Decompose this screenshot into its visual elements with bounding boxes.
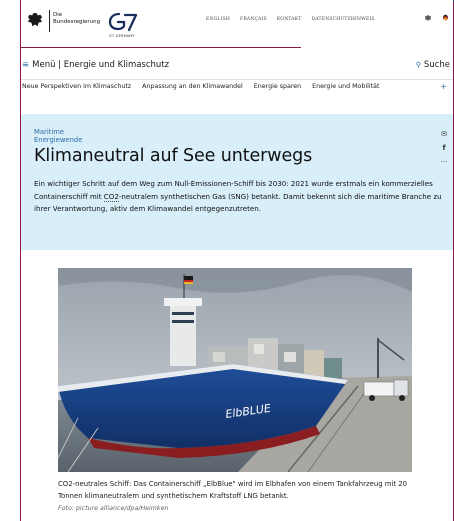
brand-separator: [49, 10, 50, 32]
ship-photo: ElbBLUE: [58, 268, 412, 472]
article-image[interactable]: ElbBLUE: [58, 268, 412, 472]
share-bar: ✉ f ···: [438, 130, 450, 166]
site-header: Die Bundesregierung G7 GERMANY ENGLISH F…: [21, 0, 453, 52]
search-button[interactable]: ⚲ Suche: [416, 60, 450, 70]
hamburger-icon: ≡: [22, 60, 30, 70]
federal-eagle-icon: [27, 12, 43, 27]
more-icon[interactable]: ···: [441, 158, 448, 166]
g7-caption: G7 GERMANY: [109, 34, 135, 38]
meta-navigation: ENGLISH FRANÇAIS KONTAKT DATENSCHUTZHINW…: [206, 17, 375, 22]
breadcrumb-current[interactable]: Energie und Klimaschutz: [64, 60, 169, 70]
menu-label: Menü: [32, 60, 56, 70]
header-border: [21, 47, 301, 48]
tab-anpassung[interactable]: Anpassung an den Klimawandel: [142, 83, 243, 103]
meta-link-francais[interactable]: FRANÇAIS: [240, 17, 267, 22]
main-navbar: ≡ Menü | Energie und Klimaschutz ⚲ Suche: [21, 55, 453, 79]
mail-icon[interactable]: ✉: [441, 130, 447, 138]
meta-link-english[interactable]: ENGLISH: [206, 17, 230, 22]
image-credit: Foto: picture alliance/dpa/Heimken: [58, 505, 169, 512]
g7-logo-icon[interactable]: [105, 8, 141, 36]
nav-divider: [21, 79, 453, 80]
facebook-icon[interactable]: f: [442, 144, 445, 152]
hero-section: Maritime Energiewende Klimaneutral auf S…: [21, 114, 453, 250]
image-caption: CO2-neutrales Schiff: Das Containerschif…: [58, 480, 408, 500]
meta-link-datenschutz[interactable]: DATENSCHUTZHINWEIS: [312, 17, 375, 22]
meta-link-kontakt[interactable]: KONTAKT: [277, 17, 302, 22]
tabs-more-icon[interactable]: +: [440, 82, 447, 91]
flag-icon[interactable]: [441, 14, 450, 22]
topic-tabs: Neue Perspektiven im Klimaschutz Anpassu…: [21, 82, 453, 103]
tab-energie-sparen[interactable]: Energie sparen: [254, 83, 301, 103]
article-lead: Ein wichtiger Schritt auf dem Weg zum Nu…: [34, 178, 446, 216]
brand-logo-text[interactable]: Die Bundesregierung: [53, 12, 103, 26]
eagle-icon[interactable]: [424, 14, 432, 22]
menu-button[interactable]: ≡ Menü | Energie und Klimaschutz: [22, 60, 169, 70]
brand-line-1: Die: [53, 12, 63, 18]
meta-icons: ···: [424, 13, 454, 22]
search-label: Suche: [423, 60, 450, 70]
page-title: Klimaneutral auf See unterwegs: [34, 146, 313, 166]
lead-abbr-co2[interactable]: CO2: [103, 191, 119, 202]
search-icon: ⚲: [415, 61, 421, 69]
tab-energie-mobilitaet[interactable]: Energie und Mobilität: [312, 83, 379, 103]
tab-neue-perspektiven[interactable]: Neue Perspektiven im Klimaschutz: [22, 83, 131, 103]
article-kicker: Maritime Energiewende: [34, 128, 83, 144]
brand-line-2: Bundesregierung: [53, 19, 101, 25]
